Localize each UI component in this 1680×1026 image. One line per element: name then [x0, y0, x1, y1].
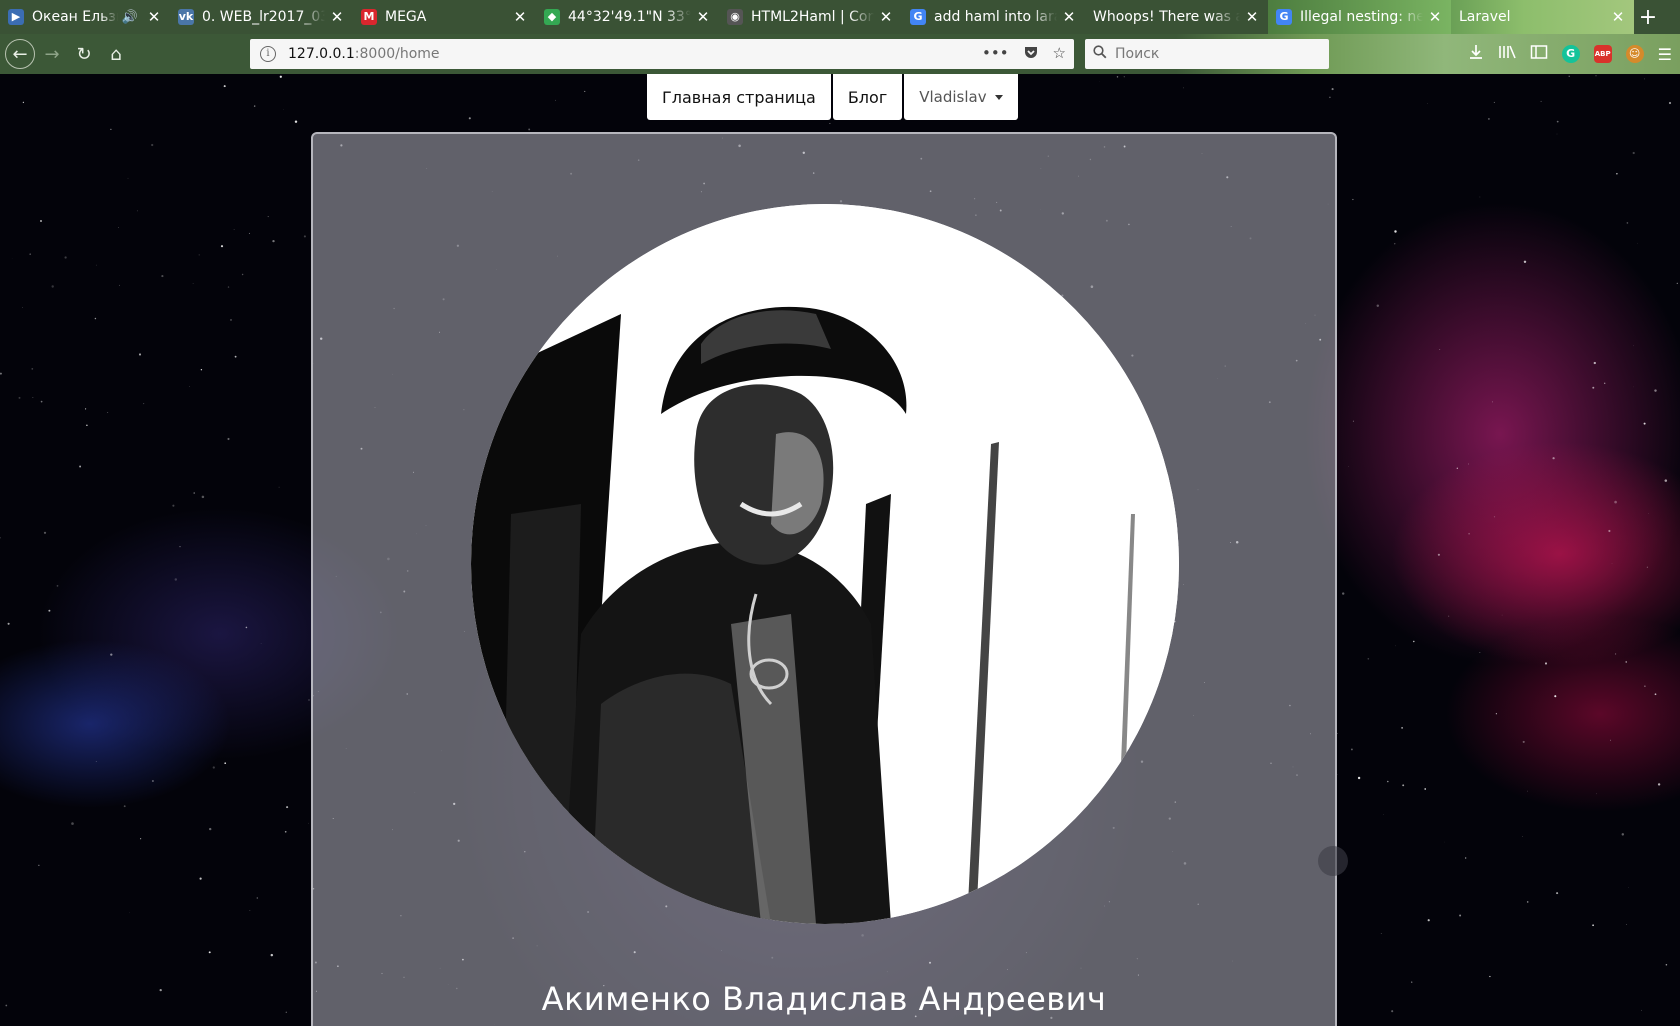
home-button[interactable]: ⌂ [101, 39, 131, 69]
user-dropdown[interactable]: Vladislav [904, 74, 1018, 120]
extension-icon[interactable]: ☺ [1625, 45, 1644, 63]
tab-close-icon[interactable]: ✕ [878, 8, 894, 26]
tab-title: Illegal nesting: ne [1300, 9, 1423, 25]
adblock-plus-icon[interactable]: ABP [1593, 45, 1612, 63]
tab-title: HTML2Haml | Con [751, 9, 874, 25]
tab[interactable]: vk 0. WEB_lr2017_03 ✕ [170, 0, 353, 34]
tab[interactable]: ▶ Океан Ельзи - Б 🔊 ✕ [0, 0, 170, 34]
avatar [471, 204, 1179, 924]
tab-close-icon[interactable]: ✕ [1427, 8, 1443, 26]
tab-favicon-icon: G [1276, 9, 1292, 25]
tab[interactable]: Whoops! There was a ✕ [1085, 0, 1268, 34]
scroll-indicator[interactable] [1318, 846, 1348, 876]
search-bar[interactable]: Поиск [1085, 39, 1329, 69]
tab[interactable]: M MEGA ✕ [353, 0, 536, 34]
tab-active[interactable]: Laravel ✕ [1451, 0, 1634, 34]
tab[interactable]: Gadd haml into lara ✕ [902, 0, 1085, 34]
back-arrow-icon: ← [12, 43, 28, 65]
url-host: 127.0.0.1 [288, 46, 355, 62]
caret-down-icon [994, 94, 1003, 100]
hamburger-menu-icon[interactable]: ☰ [1658, 45, 1672, 64]
forward-arrow-icon: → [44, 43, 60, 65]
profile-name: Акименко Владислав Андреевич [541, 980, 1107, 1018]
home-page-link[interactable]: Главная страница [647, 74, 831, 120]
tab-strip: ▶Океан Ельзи - Б🔊✕vk0. WEB_lr2017_03✕MME… [0, 0, 1680, 34]
toolbar-icons: G ABP ☺ ☰ [1468, 34, 1680, 74]
tab-favicon-icon: M [361, 9, 377, 25]
page-actions-icon[interactable]: ••• [982, 44, 1009, 64]
page-viewport: Главная страница Блог Vladislav Акименко… [0, 74, 1680, 1026]
tab-close-icon[interactable]: ✕ [1061, 8, 1077, 26]
tab-favicon-icon: vk [178, 9, 194, 25]
tab-close-icon[interactable]: ✕ [1244, 8, 1260, 26]
profile-card: Акименко Владислав Андреевич [311, 132, 1337, 1026]
tab-favicon-icon: ◆ [544, 9, 560, 25]
bookmark-star-icon[interactable]: ☆ [1053, 44, 1066, 64]
tab-title: Whoops! There was a [1093, 9, 1240, 25]
tab-title: Океан Ельзи - Б [32, 9, 118, 25]
site-info-icon[interactable]: i [260, 46, 276, 62]
back-button[interactable]: ← [5, 39, 35, 69]
tab-close-icon[interactable]: ✕ [146, 8, 162, 26]
tab[interactable]: ◉ HTML2Haml | Con ✕ [719, 0, 902, 34]
tab[interactable]: ◆ 44°32'49.1"N 33°3 ✕ [536, 0, 719, 34]
navigation-toolbar: ← → ↻ ⌂ i 127.0.0.1:8000/home ••• ☆ Поис… [0, 34, 1680, 74]
tab-close-icon[interactable]: ✕ [1610, 8, 1626, 26]
tab-title: 44°32'49.1"N 33°3 [568, 9, 691, 25]
tab-favicon-icon: G [910, 9, 926, 25]
user-name: Vladislav [919, 88, 987, 106]
url-path: :8000/home [354, 46, 440, 62]
reload-icon: ↻ [76, 43, 92, 65]
site-top-menu: Главная страница Блог Vladislav [647, 74, 1018, 120]
pocket-icon[interactable] [1023, 44, 1039, 64]
tab-title: add haml into lara [934, 9, 1057, 25]
tab-title: 0. WEB_lr2017_03 [202, 9, 325, 25]
downloads-icon[interactable] [1468, 44, 1484, 64]
library-icon[interactable] [1498, 44, 1516, 64]
avatar-photo [471, 204, 1179, 924]
new-tab-button[interactable]: + [1634, 0, 1662, 34]
tab[interactable]: G Illegal nesting: ne ✕ [1268, 0, 1451, 34]
url-bar[interactable]: i 127.0.0.1:8000/home ••• ☆ [250, 39, 1074, 69]
tab-favicon-icon: ◉ [727, 9, 743, 25]
search-icon [1093, 45, 1107, 63]
reload-button[interactable]: ↻ [69, 39, 99, 69]
search-placeholder: Поиск [1115, 46, 1160, 62]
tab-title: MEGA [385, 9, 427, 25]
tab-close-icon[interactable]: ✕ [695, 8, 711, 26]
sidebar-icon[interactable] [1530, 44, 1548, 64]
home-icon: ⌂ [110, 43, 122, 65]
tab-favicon-icon: ▶ [8, 9, 24, 25]
blog-link[interactable]: Блог [832, 74, 903, 120]
tab-close-icon[interactable]: ✕ [512, 8, 528, 26]
forward-button[interactable]: → [37, 39, 67, 69]
tab-audio-icon[interactable]: 🔊 [122, 10, 138, 25]
grammarly-extension-icon[interactable]: G [1561, 45, 1580, 63]
tab-title: Laravel [1459, 9, 1511, 25]
tab-close-icon[interactable]: ✕ [329, 8, 345, 26]
